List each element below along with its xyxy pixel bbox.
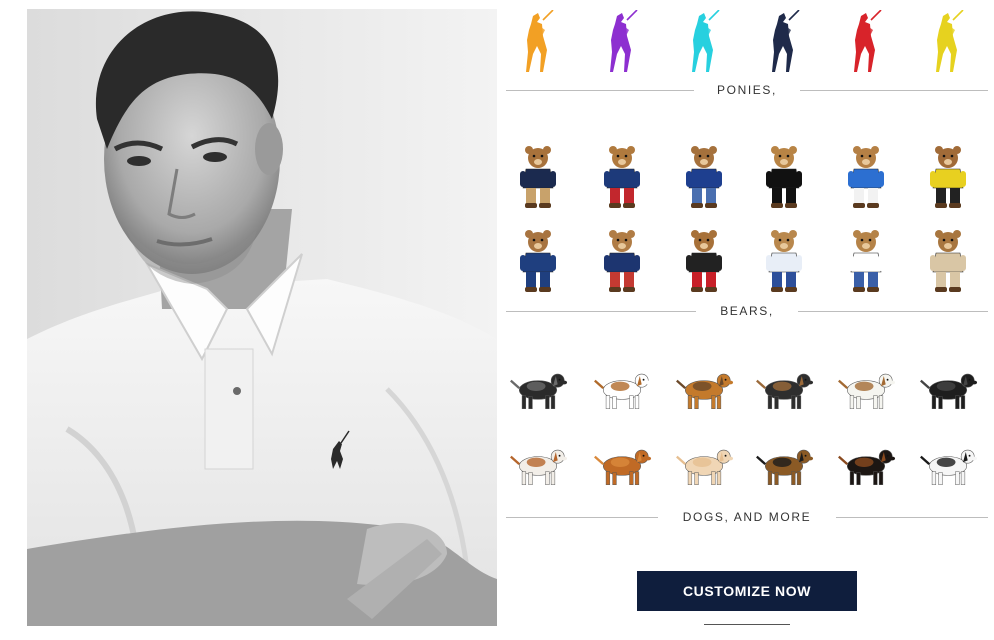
bear-red-pants-icon xyxy=(592,140,652,212)
bear-navy-coat-icon xyxy=(508,224,568,296)
cta-underline xyxy=(704,624,790,625)
rottweiler-icon xyxy=(836,430,896,502)
dachshund-icon xyxy=(754,354,814,426)
bear-yellow-ski-icon xyxy=(918,140,978,212)
bear-ski-poles-icon xyxy=(592,224,652,296)
model-in-white-polo-photo xyxy=(27,9,497,626)
bear-flag-sweater-icon xyxy=(674,140,734,212)
bear-polo-player-icon xyxy=(836,140,896,212)
bear-sailor-icon xyxy=(754,224,814,296)
customize-now-button[interactable]: CUSTOMIZE NOW xyxy=(637,571,857,611)
scottish-terrier-icon xyxy=(918,354,978,426)
german-shepherd-icon xyxy=(754,430,814,502)
bear-tuxedo-icon xyxy=(754,140,814,212)
bear-trench-coat-icon xyxy=(918,224,978,296)
yorkshire-terrier-icon xyxy=(674,354,734,426)
ponies-divider: PONIES, xyxy=(506,82,988,98)
bears-row-2 xyxy=(506,224,988,296)
jack-russell-icon xyxy=(836,354,896,426)
model-photo xyxy=(27,9,497,626)
poodle-icon xyxy=(674,430,734,502)
red-pony-icon xyxy=(836,6,896,78)
bear-red-skirt-icon xyxy=(674,224,734,296)
bears-row-1 xyxy=(506,140,988,212)
ponies-label: PONIES, xyxy=(717,83,777,97)
dogs-row-1 xyxy=(506,354,988,426)
turquoise-pony-icon xyxy=(674,6,734,78)
dogs-label: DOGS, AND MORE xyxy=(682,510,812,524)
purple-pony-icon xyxy=(592,6,652,78)
bear-striped-dress-icon xyxy=(836,224,896,296)
bears-divider: BEARS, xyxy=(506,303,988,319)
navy-pony-icon xyxy=(754,6,814,78)
bears-label: BEARS, xyxy=(720,304,774,318)
french-bulldog-icon xyxy=(508,354,568,426)
ponies-row xyxy=(506,6,988,78)
dogs-row-2 xyxy=(506,430,988,502)
orange-pony-icon xyxy=(508,6,568,78)
dogs-divider: DOGS, AND MORE xyxy=(506,509,988,525)
charm-showcase: PONIES, BEARS, DOGS, AND MORE CUSTOMIZE … xyxy=(506,0,988,640)
bear-navy-blazer-icon xyxy=(508,140,568,212)
english-bulldog-icon xyxy=(508,430,568,502)
beagle-icon xyxy=(592,354,652,426)
golden-retriever-icon xyxy=(592,430,652,502)
yellow-pony-icon xyxy=(918,6,978,78)
dalmatian-icon xyxy=(918,430,978,502)
